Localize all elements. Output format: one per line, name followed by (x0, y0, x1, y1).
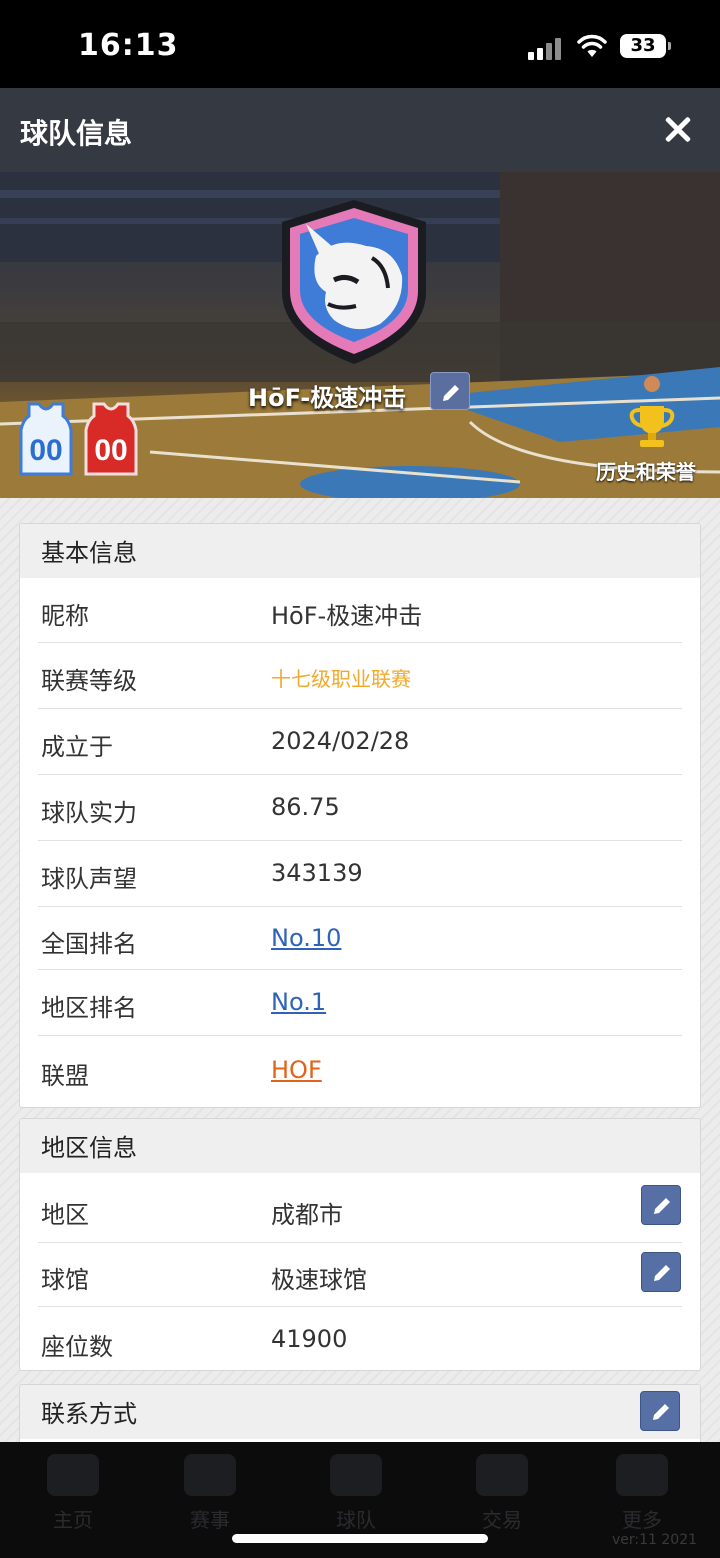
info-row-regional-rank: 地区排名 No.1 (38, 970, 682, 1036)
history-and-honors-link[interactable]: 历史和荣誉 (596, 456, 696, 485)
info-row-nickname: 昵称 HōF-极速冲击 (38, 578, 682, 643)
away-jersey-number: 00 (94, 434, 127, 467)
nav-label: 更多 (622, 1508, 662, 1532)
info-row-alliance: 联盟 HOF (38, 1036, 682, 1104)
regional-rank-link[interactable]: No.1 (271, 988, 326, 1016)
row-label: 联赛等级 (41, 667, 137, 695)
nav-item-team[interactable]: 球队 (310, 1450, 390, 1540)
info-row-strength: 球队实力 86.75 (38, 775, 682, 841)
away-jersey-icon[interactable]: 00 (82, 402, 140, 476)
nav-item-home[interactable]: 主页 (27, 1450, 107, 1540)
row-label: 球队实力 (41, 799, 137, 827)
row-label: 座位数 (41, 1333, 113, 1361)
edit-contact-button[interactable] (640, 1391, 680, 1431)
top-bar: 球队信息 (0, 88, 720, 172)
pencil-icon (443, 385, 459, 401)
battery-level: 33 (630, 35, 656, 56)
pencil-icon (654, 1198, 670, 1214)
row-label: 全国排名 (41, 930, 137, 958)
team-name: HōF-极速冲击 (248, 384, 407, 412)
info-row-national-rank: 全国排名 No.10 (38, 907, 682, 970)
home-jersey-icon[interactable]: 00 (17, 402, 75, 476)
events-icon (184, 1454, 236, 1496)
team-icon (330, 1454, 382, 1496)
pencil-icon (654, 1265, 670, 1281)
info-row-founded: 成立于 2024/02/28 (38, 709, 682, 775)
national-rank-link[interactable]: No.10 (271, 924, 341, 952)
trade-icon (476, 1454, 528, 1496)
info-row-arena: 球馆 极速球馆 (38, 1243, 682, 1307)
row-value: 成都市 (271, 1201, 343, 1229)
battery-icon: 33 (620, 34, 671, 58)
edit-arena-button[interactable] (641, 1252, 681, 1292)
more-icon (616, 1454, 668, 1496)
section-title: 基本信息 (20, 524, 700, 578)
nav-item-trade[interactable]: 交易 (456, 1450, 536, 1540)
home-icon (47, 1454, 99, 1496)
status-time: 16:13 (78, 28, 179, 63)
home-indicator[interactable] (232, 1534, 488, 1543)
nav-label: 主页 (53, 1508, 93, 1532)
info-row-region: 地区 成都市 (38, 1173, 682, 1243)
info-row-reputation: 球队声望 343139 (38, 841, 682, 907)
row-value: 极速球馆 (271, 1266, 367, 1294)
league-level-value: 十七级职业联赛 (271, 667, 411, 691)
row-label: 球馆 (41, 1266, 89, 1294)
status-bar: 16:13 33 (0, 0, 720, 88)
content-area: 基本信息 昵称 HōF-极速冲击 联赛等级 十七级职业联赛 成立于 2024/0… (0, 498, 720, 1442)
nav-item-more[interactable]: 更多 (596, 1450, 676, 1540)
row-label: 地区排名 (41, 994, 137, 1022)
row-value: HōF-极速冲击 (271, 602, 423, 630)
cellular-signal-icon (528, 36, 564, 60)
nav-label: 球队 (336, 1508, 376, 1532)
team-logo (282, 200, 426, 364)
row-label: 联盟 (41, 1062, 89, 1090)
pencil-icon (653, 1404, 669, 1420)
contact-section: 联系方式 (19, 1384, 701, 1442)
trophy-icon[interactable] (626, 402, 678, 450)
nav-label: 赛事 (190, 1508, 230, 1532)
nav-item-events[interactable]: 赛事 (164, 1450, 244, 1540)
info-row-league-level: 联赛等级 十七级职业联赛 (38, 643, 682, 709)
team-hero-banner: HōF-极速冲击 00 00 历史和荣誉 (0, 172, 720, 498)
section-title: 联系方式 (41, 1400, 137, 1428)
row-value: 86.75 (271, 793, 340, 821)
section-title: 地区信息 (20, 1119, 700, 1173)
row-value: 41900 (271, 1325, 348, 1353)
region-info-section: 地区信息 地区 成都市 球馆 极速球馆 座位数 41900 (19, 1118, 701, 1371)
row-label: 地区 (41, 1201, 89, 1229)
row-label: 成立于 (41, 733, 113, 761)
row-label: 球队声望 (41, 865, 137, 893)
home-jersey-number: 00 (29, 434, 62, 467)
basic-info-section: 基本信息 昵称 HōF-极速冲击 联赛等级 十七级职业联赛 成立于 2024/0… (19, 523, 701, 1108)
row-label: 昵称 (41, 602, 89, 630)
close-icon[interactable] (658, 110, 698, 150)
nav-label: 交易 (482, 1508, 522, 1532)
info-row-seats: 座位数 41900 (38, 1307, 682, 1370)
contact-section-header: 联系方式 (20, 1385, 700, 1439)
row-value: 343139 (271, 859, 363, 887)
page-title: 球队信息 (20, 117, 133, 150)
version-label: ver:11 2021 (612, 1532, 698, 1548)
alliance-link[interactable]: HOF (271, 1056, 322, 1084)
edit-team-name-button[interactable] (430, 372, 470, 410)
row-value: 2024/02/28 (271, 727, 410, 755)
wifi-icon (577, 34, 607, 57)
edit-region-button[interactable] (641, 1185, 681, 1225)
